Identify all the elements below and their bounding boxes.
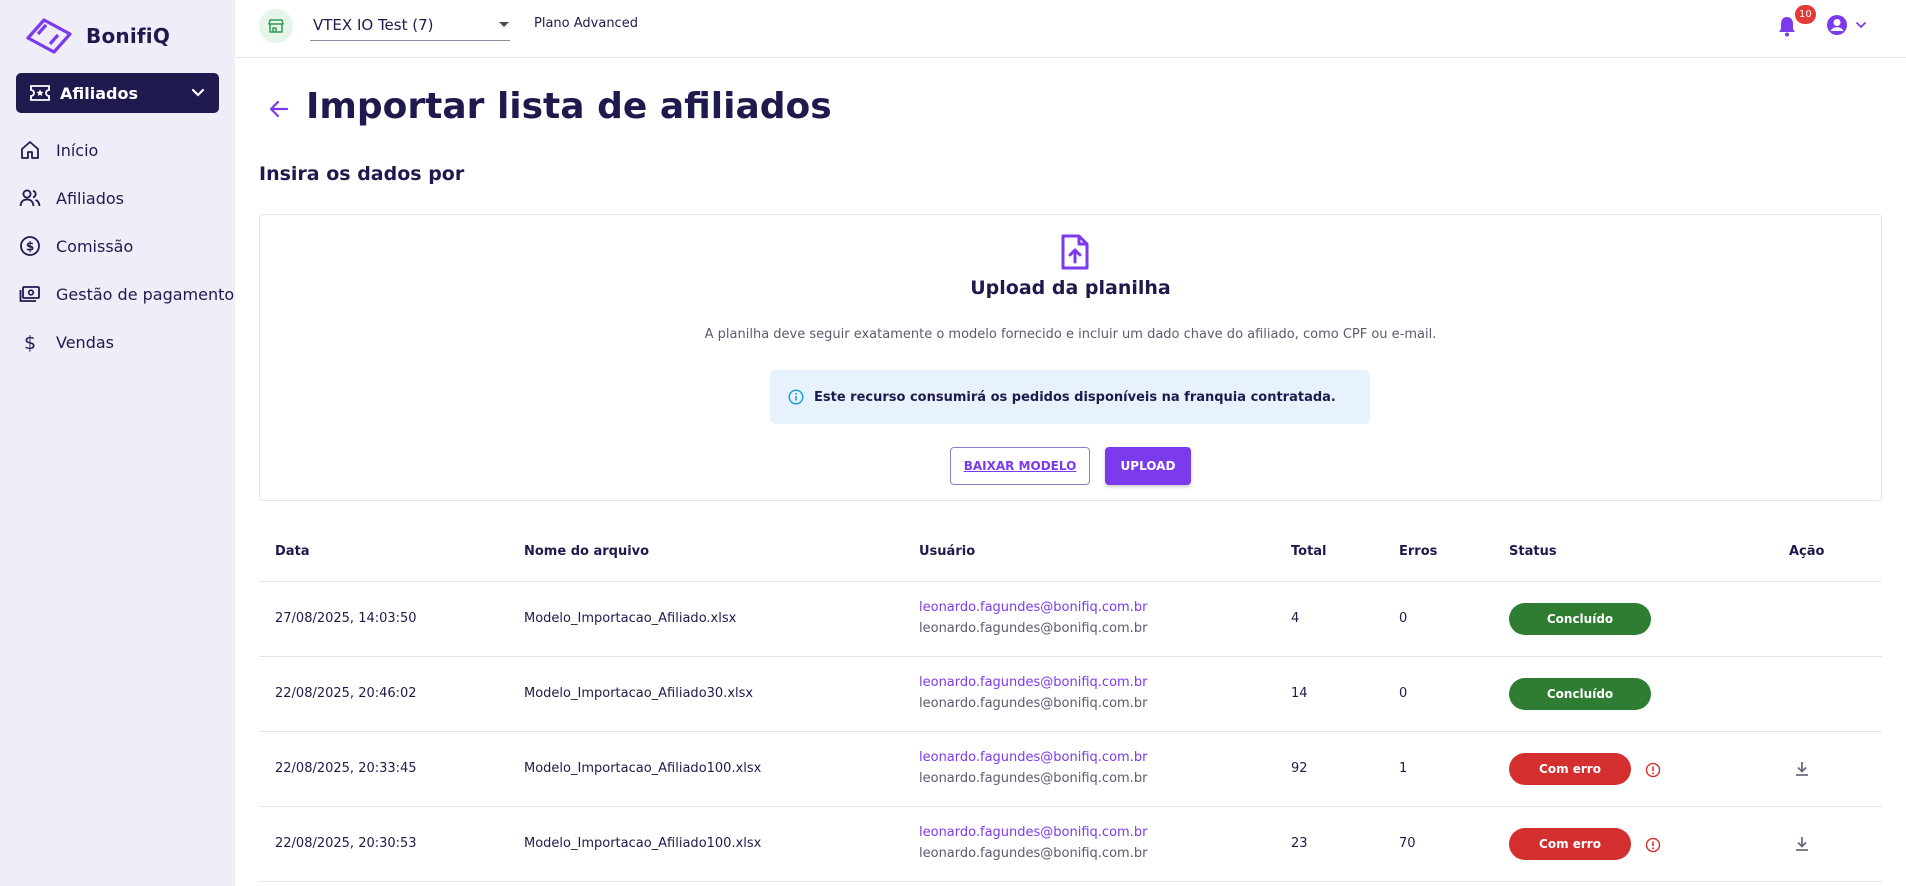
svg-text:$: $: [25, 240, 33, 254]
row-date: 22/08/2025, 20:30:53: [275, 836, 417, 851]
arrow-left-icon: [269, 100, 289, 118]
row-errors: 0: [1399, 611, 1408, 626]
chevron-down-icon: [1855, 21, 1867, 29]
row-file-name: Modelo_Importacao_Afiliado100.xlsx: [524, 836, 762, 851]
status-badge: Com erro: [1509, 828, 1631, 860]
status-badge: Concluído: [1509, 678, 1651, 710]
sidebar-item-label: Afiliados: [56, 188, 124, 208]
error-info-icon[interactable]: [1645, 762, 1661, 778]
store-avatar: [259, 9, 293, 43]
import-history-table: Data Nome do arquivo Usuário Total Erros…: [259, 530, 1882, 882]
sidebar-item-label: Início: [56, 140, 99, 160]
store-icon: [268, 19, 284, 33]
row-file-name: Modelo_Importacao_Afiliado100.xlsx: [524, 761, 762, 776]
logo-text: BonifiQ: [86, 24, 171, 48]
upload-title: Upload da planilha: [970, 277, 1171, 299]
back-button[interactable]: [266, 96, 292, 122]
row-date: 22/08/2025, 20:33:45: [275, 761, 417, 776]
column-header-total[interactable]: Total: [1291, 544, 1327, 559]
column-header-data[interactable]: Data: [275, 544, 310, 559]
sidebar-item-label: Vendas: [56, 332, 114, 352]
module-label: Afiliados: [60, 83, 138, 103]
logo-icon: [26, 18, 72, 54]
row-user-subtext: leonardo.fagundes@bonifiq.com.br: [919, 621, 1148, 636]
row-date: 22/08/2025, 20:46:02: [275, 686, 417, 701]
row-user-subtext: leonardo.fagundes@bonifiq.com.br: [919, 846, 1148, 861]
top-bar: VTEX IO Test (7) Plano Advanced 10: [235, 0, 1906, 58]
module-select[interactable]: Afiliados: [16, 73, 219, 113]
row-user-email[interactable]: leonardo.fagundes@bonifiq.com.br: [919, 825, 1147, 840]
column-header-erros[interactable]: Erros: [1399, 544, 1437, 559]
info-icon: [788, 389, 804, 405]
download-template-button[interactable]: BAIXAR MODELO: [950, 447, 1090, 485]
svg-text:$: $: [23, 332, 35, 353]
sidebar-item-label: Comissão: [56, 236, 134, 256]
table-header: Data Nome do arquivo Usuário Total Erros…: [259, 530, 1882, 582]
page-title: Importar lista de afiliados: [306, 86, 832, 127]
info-alert-text: Este recurso consumirá os pedidos dispon…: [814, 389, 1336, 405]
sidebar-item-label: Gestão de pagamento: [56, 284, 235, 304]
row-user-email[interactable]: leonardo.fagundes@bonifiq.com.br: [919, 750, 1147, 765]
status-badge: Com erro: [1509, 753, 1631, 785]
sidebar-item-inicio[interactable]: Início: [0, 126, 235, 174]
sidebar: BonifiQ Afiliados Início Afiliados $ Com…: [0, 0, 235, 886]
store-select[interactable]: VTEX IO Test (7): [310, 9, 510, 41]
plan-label: Plano Advanced: [534, 16, 638, 31]
row-errors: 0: [1399, 686, 1408, 701]
upload-card: Upload da planilha A planilha deve segui…: [259, 214, 1882, 501]
upload-button[interactable]: UPLOAD: [1105, 447, 1191, 485]
info-alert: Este recurso consumirá os pedidos dispon…: [770, 370, 1370, 424]
payment-icon: [18, 283, 41, 306]
bonifiq-logo[interactable]: BonifiQ: [24, 14, 170, 58]
home-icon: [18, 139, 41, 162]
row-errors: 70: [1399, 836, 1416, 851]
row-total: 92: [1291, 761, 1308, 776]
table-row: 22/08/2025, 20:46:02 Modelo_Importacao_A…: [259, 657, 1882, 732]
column-header-acao: Ação: [1789, 544, 1825, 559]
row-total: 4: [1291, 611, 1300, 626]
row-user-subtext: leonardo.fagundes@bonifiq.com.br: [919, 771, 1148, 786]
sidebar-item-afiliados[interactable]: Afiliados: [0, 174, 235, 222]
row-errors: 1: [1399, 761, 1408, 776]
row-date: 27/08/2025, 14:03:50: [275, 611, 417, 626]
column-header-status[interactable]: Status: [1509, 544, 1557, 559]
dollar-circle-icon: $: [18, 235, 41, 258]
table-row: 27/08/2025, 14:03:50 Modelo_Importacao_A…: [259, 582, 1882, 657]
row-user-email[interactable]: leonardo.fagundes@bonifiq.com.br: [919, 675, 1147, 690]
sidebar-item-gestao-pagamento[interactable]: Gestão de pagamento: [0, 270, 235, 318]
users-icon: [18, 187, 41, 210]
user-menu-button[interactable]: [1825, 13, 1867, 37]
download-icon[interactable]: [1792, 834, 1812, 854]
table-row: 22/08/2025, 20:33:45 Modelo_Importacao_A…: [259, 732, 1882, 807]
sidebar-nav: Início Afiliados $ Comissão Gestão de pa…: [0, 126, 235, 366]
sidebar-item-comissao[interactable]: $ Comissão: [0, 222, 235, 270]
error-info-icon[interactable]: [1645, 837, 1661, 853]
column-header-arquivo[interactable]: Nome do arquivo: [524, 544, 649, 559]
ticket-icon: [30, 85, 50, 101]
chevron-down-icon: [191, 88, 205, 97]
status-badge: Concluído: [1509, 603, 1651, 635]
row-user-subtext: leonardo.fagundes@bonifiq.com.br: [919, 696, 1148, 711]
row-user-email[interactable]: leonardo.fagundes@bonifiq.com.br: [919, 600, 1147, 615]
download-icon[interactable]: [1792, 759, 1812, 779]
row-file-name: Modelo_Importacao_Afiliado30.xlsx: [524, 686, 754, 701]
dollar-icon: $: [18, 331, 41, 354]
caret-down-icon: [499, 21, 509, 27]
notification-count-badge: 10: [1795, 5, 1816, 24]
upload-description: A planilha deve seguir exatamente o mode…: [704, 327, 1437, 342]
row-total: 23: [1291, 836, 1308, 851]
file-upload-icon: [1061, 234, 1089, 270]
column-header-usuario[interactable]: Usuário: [919, 544, 975, 559]
row-total: 14: [1291, 686, 1308, 701]
table-row: 22/08/2025, 20:30:53 Modelo_Importacao_A…: [259, 807, 1882, 882]
store-select-value: VTEX IO Test (7): [313, 15, 434, 34]
account-circle-icon: [1827, 15, 1847, 35]
sidebar-item-vendas[interactable]: $ Vendas: [0, 318, 235, 366]
row-file-name: Modelo_Importacao_Afiliado.xlsx: [524, 611, 737, 626]
section-title: Insira os dados por: [259, 163, 465, 185]
